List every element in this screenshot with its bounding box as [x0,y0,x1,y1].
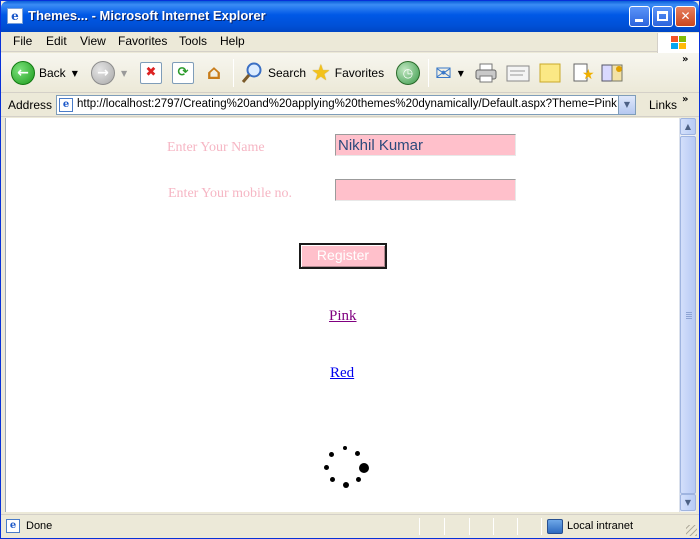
mail-button[interactable]: ✉ ▼ [435,58,464,88]
refresh-icon: ⟳ [172,62,194,84]
resize-grip[interactable] [686,525,697,536]
toolbar-overflow-icon[interactable]: » [682,54,688,65]
stop-button[interactable]: ✖ [140,58,162,88]
status-page-icon: e [6,519,20,533]
close-button[interactable]: ✕ [675,6,696,27]
favorites-label: Favorites [334,66,385,80]
back-button[interactable]: ← Back ▼ [11,58,78,88]
vertical-scrollbar[interactable]: ▲ ▼ [679,118,696,512]
link-pink-theme[interactable]: Pink [329,308,357,325]
back-label: Back [39,66,66,80]
research-button[interactable]: ★ [570,58,594,88]
print-button[interactable] [474,58,498,88]
scroll-up-button[interactable]: ▲ [680,118,696,135]
ie-window: e Themes... - Microsoft Internet Explore… [0,0,700,539]
status-divider [517,518,518,535]
mobile-label: Enter Your mobile no. [168,186,293,201]
address-url[interactable]: http://localhost:2797/Creating%20and%20a… [77,98,617,110]
refresh-button[interactable]: ⟳ [172,58,194,88]
menu-edit[interactable]: Edit [46,34,67,48]
history-button[interactable]: ◷ [396,58,420,88]
name-input[interactable] [335,134,516,156]
title-bar[interactable]: e Themes... - Microsoft Internet Explore… [1,1,699,32]
loading-spinner-icon [321,446,369,494]
edit-icon [506,65,530,82]
link-red-theme[interactable]: Red [330,365,354,382]
menu-help[interactable]: Help [220,34,245,48]
home-icon: ⌂ [206,60,222,84]
status-bar: e Done Local intranet [1,514,699,538]
menu-bar: File Edit View Favorites Tools Help [1,32,699,53]
scroll-up-icon: ▲ [684,122,692,131]
toolbar-separator [428,59,429,87]
windows-logo-icon [657,33,699,53]
menu-view[interactable]: View [80,34,106,48]
scroll-thumb[interactable] [680,136,696,494]
mobile-input[interactable] [335,179,516,201]
intranet-zone-icon [547,519,563,534]
search-icon [241,62,262,83]
discuss-icon [539,63,561,83]
links-overflow-icon[interactable]: » [682,94,688,105]
address-dropdown-icon[interactable]: ▼ [618,96,635,114]
menu-file[interactable]: File [13,34,32,48]
stop-icon: ✖ [140,62,162,84]
address-input[interactable]: e http://localhost:2797/Creating%20and%2… [56,95,636,115]
ie-page-icon: e [7,8,23,24]
toolbar: ← Back ▼ → ▼ ✖ ⟳ ⌂ Search ★ Favorites ◷ [1,53,699,93]
status-text: Done [26,520,53,532]
messenger-button[interactable] [600,58,626,88]
minimize-icon [635,19,643,22]
links-button[interactable]: Links [649,98,677,112]
toolbar-separator [233,59,234,87]
forward-dropdown-icon[interactable]: ▼ [121,69,127,78]
maximize-button[interactable] [652,6,673,27]
page-content: Enter Your Name Enter Your mobile no. Re… [5,118,679,512]
favorites-star-icon: ★ [311,60,331,86]
mail-dropdown-icon[interactable]: ▼ [458,69,464,78]
forward-icon: → [91,61,115,85]
status-divider [444,518,445,535]
favorites-button[interactable]: ★ Favorites [311,58,384,88]
minimize-button[interactable] [629,6,650,27]
close-icon: ✕ [680,9,691,23]
search-button[interactable]: Search [240,58,306,88]
window-title: Themes... - Microsoft Internet Explorer [28,8,266,23]
address-bar: Address e http://localhost:2797/Creating… [1,94,699,117]
menu-favorites[interactable]: Favorites [118,34,167,48]
history-icon: ◷ [396,61,420,85]
svg-text:★: ★ [582,67,594,83]
address-label: Address [8,98,53,112]
research-icon: ★ [573,63,594,83]
page-icon: e [59,98,73,112]
status-divider [541,518,542,535]
menu-tools[interactable]: Tools [179,34,207,48]
home-button[interactable]: ⌂ [203,58,225,88]
scroll-down-button[interactable]: ▼ [680,494,696,511]
back-dropdown-icon[interactable]: ▼ [72,69,78,78]
search-label: Search [268,66,307,80]
back-icon: ← [11,61,35,85]
name-label: Enter Your Name [167,140,265,155]
security-zone: Local intranet [567,520,634,532]
register-button[interactable]: Register [299,243,387,269]
scroll-down-icon: ▼ [684,498,692,507]
status-divider [419,518,420,535]
edit-button[interactable] [505,58,531,88]
maximize-icon [657,11,668,21]
status-divider [469,518,470,535]
forward-button[interactable]: → ▼ [91,58,127,88]
messenger-icon [601,64,623,82]
mail-icon: ✉ [435,61,452,85]
discuss-button[interactable] [538,58,562,88]
status-divider [493,518,494,535]
print-icon [475,63,497,83]
